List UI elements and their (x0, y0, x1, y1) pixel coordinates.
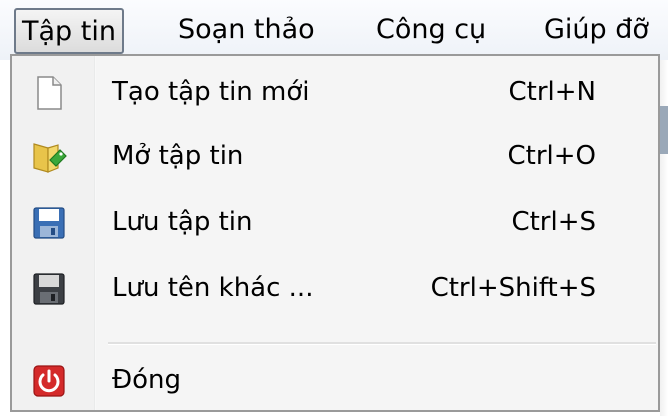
menu-item-save-as[interactable]: Lưu tên khác ... Ctrl+Shift+S (12, 256, 658, 320)
menu-bar: Tập tin Soạn thảo Công cụ Giúp đỡ (0, 0, 668, 60)
menu-item-label: Lưu tên khác ... (112, 273, 314, 303)
menu-item-shortcut: Ctrl+O (507, 141, 596, 171)
save-icon (30, 204, 68, 242)
menu-item-label: Đóng (112, 365, 182, 395)
background-window-shadow (660, 106, 668, 154)
menu-tools[interactable]: Công cụ (376, 8, 486, 54)
menu-item-save[interactable]: Lưu tập tin Ctrl+S (12, 190, 658, 254)
menu-item-label: Tạo tập tin mới (112, 77, 310, 107)
menu-item-shortcut: Ctrl+Shift+S (430, 273, 596, 303)
menu-item-new-file[interactable]: Tạo tập tin mới Ctrl+N (12, 60, 658, 124)
menu-item-open-file[interactable]: Mở tập tin Ctrl+O (12, 124, 658, 188)
menu-separator (108, 342, 656, 345)
menu-item-shortcut: Ctrl+N (508, 77, 597, 107)
new-file-icon (30, 74, 68, 112)
power-icon (30, 362, 68, 400)
file-menu-dropdown: Tạo tập tin mới Ctrl+N Mở tập tin Ctrl+O… (10, 54, 660, 412)
menu-item-label: Lưu tập tin (112, 207, 253, 237)
menu-help[interactable]: Giúp đỡ (544, 8, 649, 54)
menu-file[interactable]: Tập tin (14, 8, 124, 54)
open-folder-icon (30, 138, 68, 176)
menu-item-shortcut: Ctrl+S (511, 207, 596, 237)
menu-edit[interactable]: Soạn thảo (178, 8, 315, 54)
background-window-edge (660, 60, 668, 416)
menu-item-close[interactable]: Đóng (12, 348, 658, 412)
menu-item-label: Mở tập tin (112, 141, 244, 171)
save-as-icon (30, 270, 68, 308)
